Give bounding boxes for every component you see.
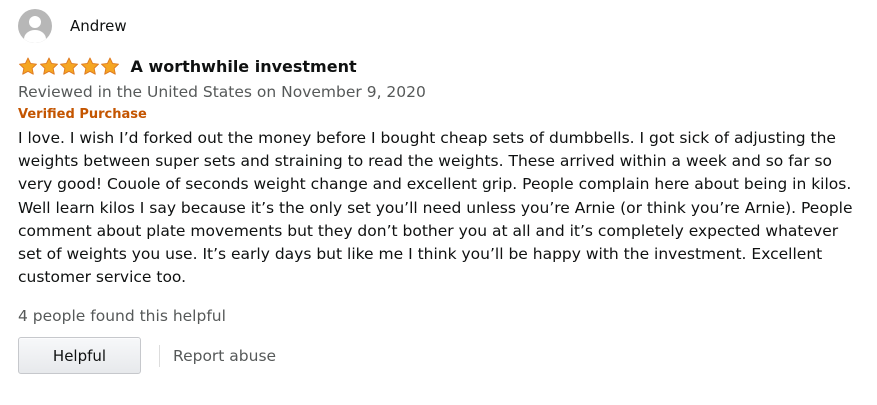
star-icon [80,57,99,75]
review-body-line: Well learn kilos I say because it’s the … [18,198,853,217]
avatar[interactable] [18,9,52,43]
review-body-line: customer service too. [18,268,187,287]
review-body-line: I love. I wish I’d forked out the money … [18,129,836,147]
star-icon [60,57,78,75]
review-body-line: comment about plate movements but they d… [18,221,839,240]
verified-purchase-badge[interactable]: Verified Purchase [18,107,868,123]
review-body-line: set of weights you use. It’s early days … [18,245,823,264]
review-title[interactable]: A worthwhile investment [131,57,357,76]
action-divider [159,344,160,367]
reviewer-profile[interactable]: Andrew [18,8,868,44]
helpful-button[interactable]: Helpful [18,337,141,375]
reviewer-name[interactable]: Andrew [70,17,127,35]
review-body-line: very good! Couole of seconds weight chan… [18,175,852,194]
avatar-head-shape [29,16,41,28]
star-icon [101,57,119,75]
review-body: I love. I wish I’d forked out the money … [18,127,863,289]
review-body-line: weights between super sets and straining… [18,152,833,171]
review-title-row: A worthwhile investment [18,55,868,77]
star-rating[interactable] [18,56,121,76]
star-icon [39,57,58,75]
report-abuse-link[interactable]: Report abuse [173,347,276,365]
review-actions: Helpful Report abuse [18,337,868,375]
helpful-count: 4 people found this helpful [18,307,226,326]
avatar-body-shape [24,30,46,43]
customer-review: Andrew A worthwhile investment Reviewed … [18,8,868,375]
review-date: Reviewed in the United States on Novembe… [18,83,426,101]
star-icon [19,57,37,75]
